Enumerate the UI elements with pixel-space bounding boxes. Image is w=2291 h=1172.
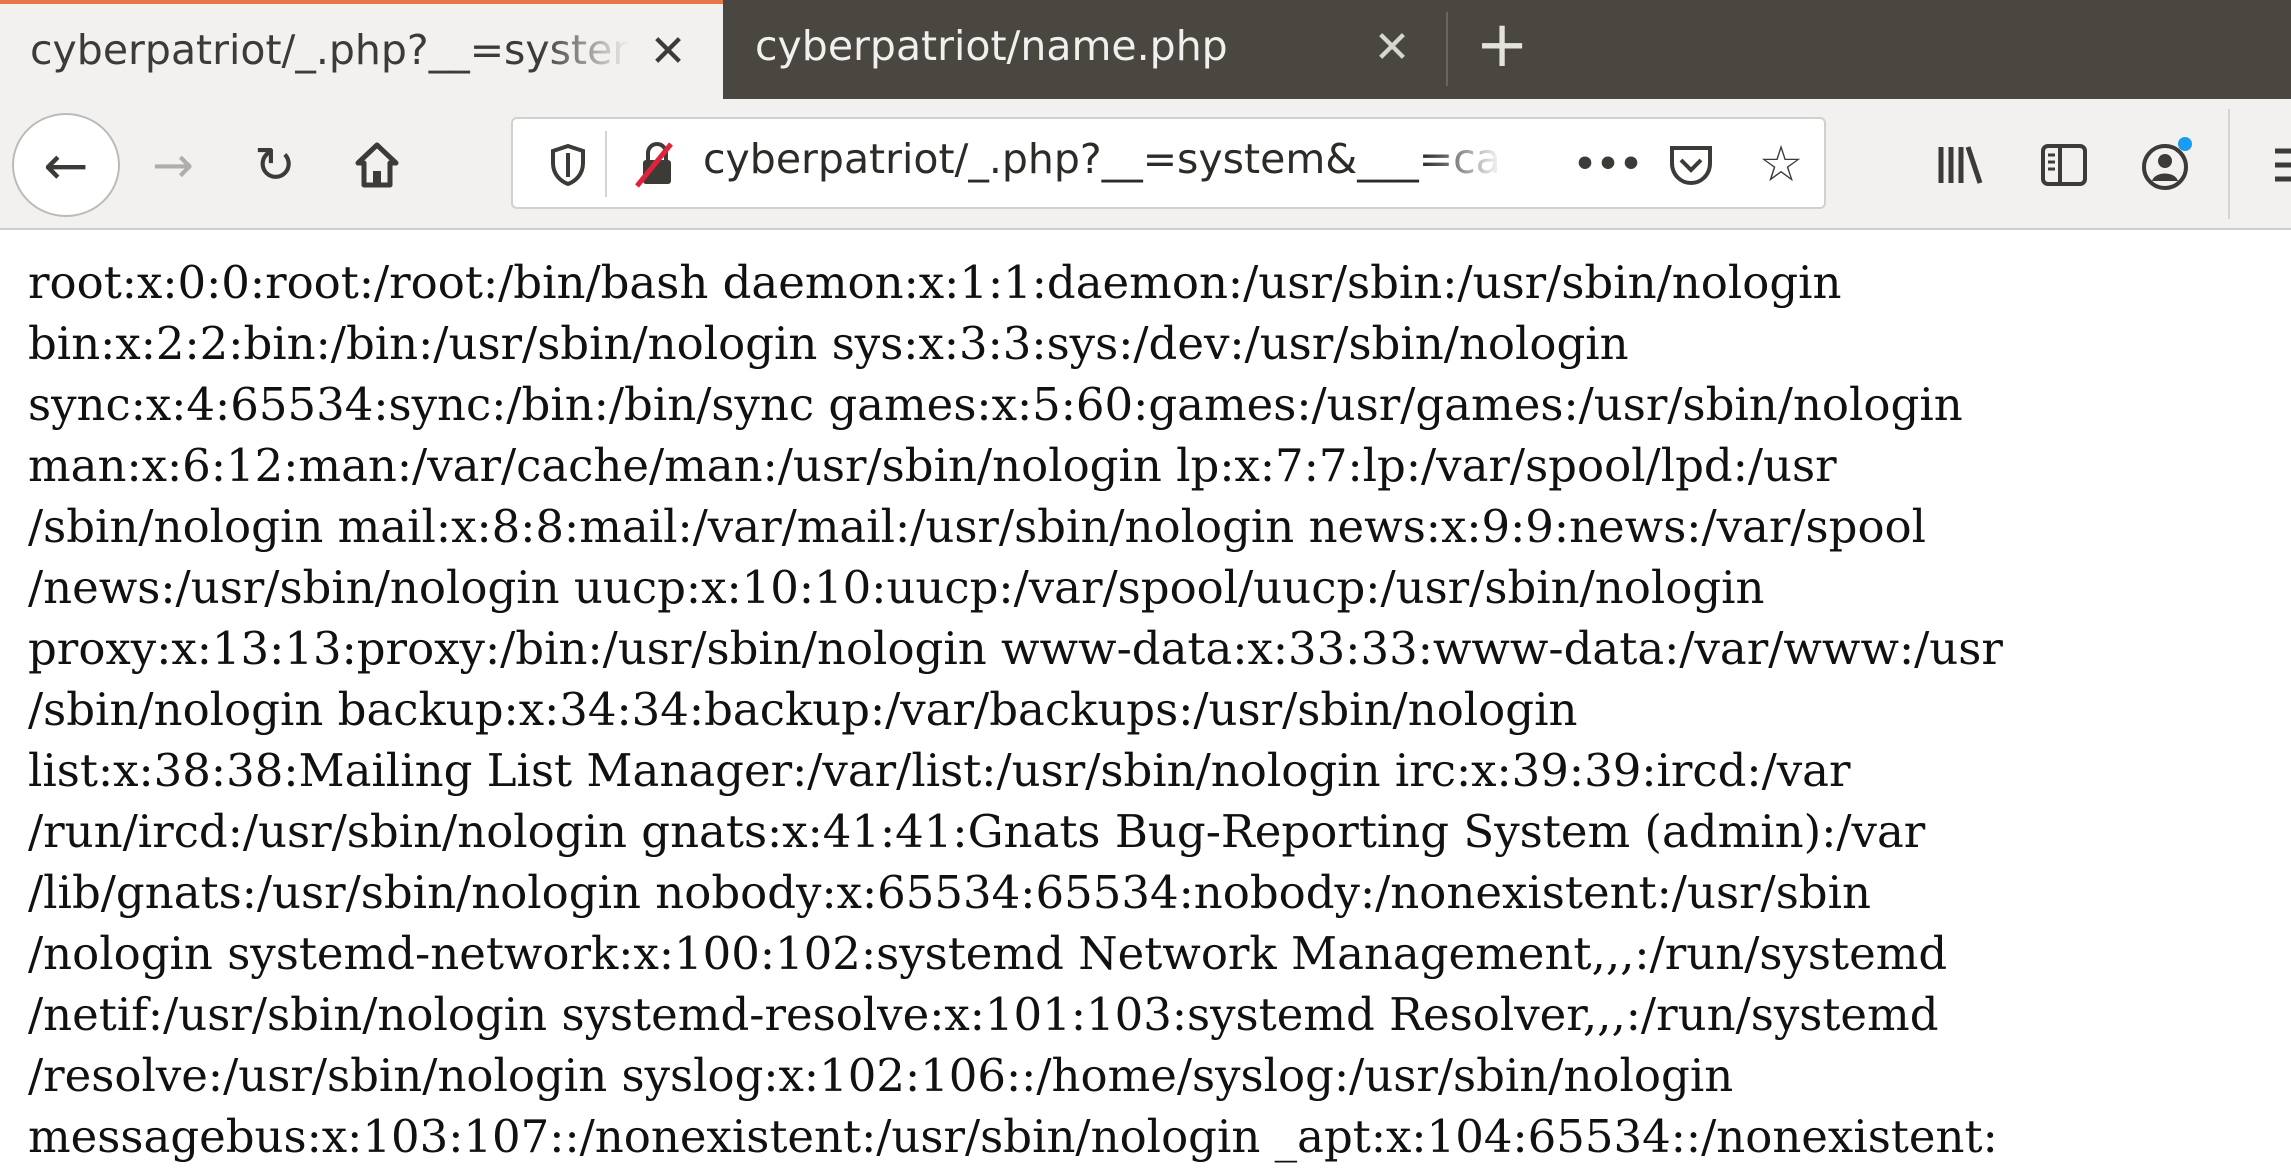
arrow-left-icon: ← bbox=[43, 133, 89, 197]
home-icon bbox=[355, 142, 399, 188]
page-actions-icon[interactable]: ••• bbox=[1573, 139, 1643, 189]
bookmark-star-icon[interactable]: ☆ bbox=[1753, 135, 1809, 193]
tracking-protection-shield-icon[interactable] bbox=[543, 137, 593, 193]
address-bar[interactable]: cyberpatriot/_.php?__=system&___=cat /et… bbox=[511, 117, 1826, 209]
text-line: /netif:/usr/sbin/nologin systemd-resolve… bbox=[28, 988, 1939, 1041]
pocket-icon[interactable] bbox=[1663, 137, 1719, 193]
reload-icon: ↻ bbox=[254, 136, 296, 194]
text-line: man:x:6:12:man:/var/cache/man:/usr/sbin/… bbox=[28, 439, 1837, 492]
new-tab-button[interactable]: + bbox=[1472, 10, 1532, 80]
tab-separator bbox=[1446, 12, 1448, 86]
divider bbox=[605, 131, 607, 197]
back-button[interactable]: ← bbox=[12, 113, 120, 217]
text-line: proxy:x:13:13:proxy:/bin:/usr/sbin/nolog… bbox=[28, 622, 2003, 675]
text-line: messagebus:x:103:107::/nonexistent:/usr/… bbox=[28, 1110, 1998, 1163]
account-icon[interactable] bbox=[2138, 133, 2196, 195]
tab-passwd[interactable]: cyberpatriot/_.php?__=system&___=cat /et… bbox=[0, 0, 723, 99]
text-line: /sbin/nologin mail:x:8:8:mail:/var/mail:… bbox=[28, 500, 1927, 553]
arrow-right-icon: → bbox=[152, 136, 194, 194]
text-line: /news:/usr/sbin/nologin uucp:x:10:10:uuc… bbox=[28, 561, 1765, 614]
text-line: sync:x:4:65534:sync:/bin:/bin/sync games… bbox=[28, 378, 1963, 431]
tab-title: cyberpatriot/_.php?__=system&___=cat /et… bbox=[30, 26, 630, 74]
text-line: bin:x:2:2:bin:/bin:/usr/sbin/nologin sys… bbox=[28, 317, 1629, 370]
text-line: /lib/gnats:/usr/sbin/nologin nobody:x:65… bbox=[28, 866, 1871, 919]
nav-toolbar: ← → ↻ cyberpatriot/_.php?__=system&___=c… bbox=[0, 99, 2291, 230]
text-line: /resolve:/usr/sbin/nologin syslog:x:102:… bbox=[28, 1049, 1734, 1102]
url-input[interactable]: cyberpatriot/_.php?__=system&___=cat /et… bbox=[703, 135, 1503, 183]
home-button[interactable] bbox=[349, 135, 405, 195]
sidebar-icon[interactable] bbox=[2036, 135, 2092, 195]
insecure-connection-icon[interactable] bbox=[627, 135, 683, 193]
menu-icon[interactable] bbox=[2268, 135, 2291, 195]
page-content: root:x:0:0:root:/root:/bin/bash daemon:x… bbox=[28, 252, 2003, 1167]
text-line: list:x:38:38:Mailing List Manager:/var/l… bbox=[28, 744, 1851, 797]
library-icon[interactable] bbox=[1932, 135, 1988, 195]
text-line: /run/ircd:/usr/sbin/nologin gnats:x:41:4… bbox=[28, 805, 1926, 858]
close-tab-icon[interactable]: ✕ bbox=[643, 22, 693, 82]
text-line: /sbin/nologin backup:x:34:34:backup:/var… bbox=[28, 683, 1578, 736]
tab-title: cyberpatriot/name.php bbox=[755, 22, 1228, 70]
text-line: /nologin systemd-network:x:100:102:syste… bbox=[28, 927, 1948, 980]
text-line: root:x:0:0:root:/root:/bin/bash daemon:x… bbox=[28, 256, 1842, 309]
reload-button[interactable]: ↻ bbox=[247, 135, 303, 195]
close-tab-icon[interactable]: ✕ bbox=[1367, 18, 1417, 78]
toolbar-separator bbox=[2228, 109, 2230, 219]
tab-bar: cyberpatriot/_.php?__=system&___=cat /et… bbox=[0, 0, 2291, 99]
forward-button[interactable]: → bbox=[145, 135, 201, 195]
